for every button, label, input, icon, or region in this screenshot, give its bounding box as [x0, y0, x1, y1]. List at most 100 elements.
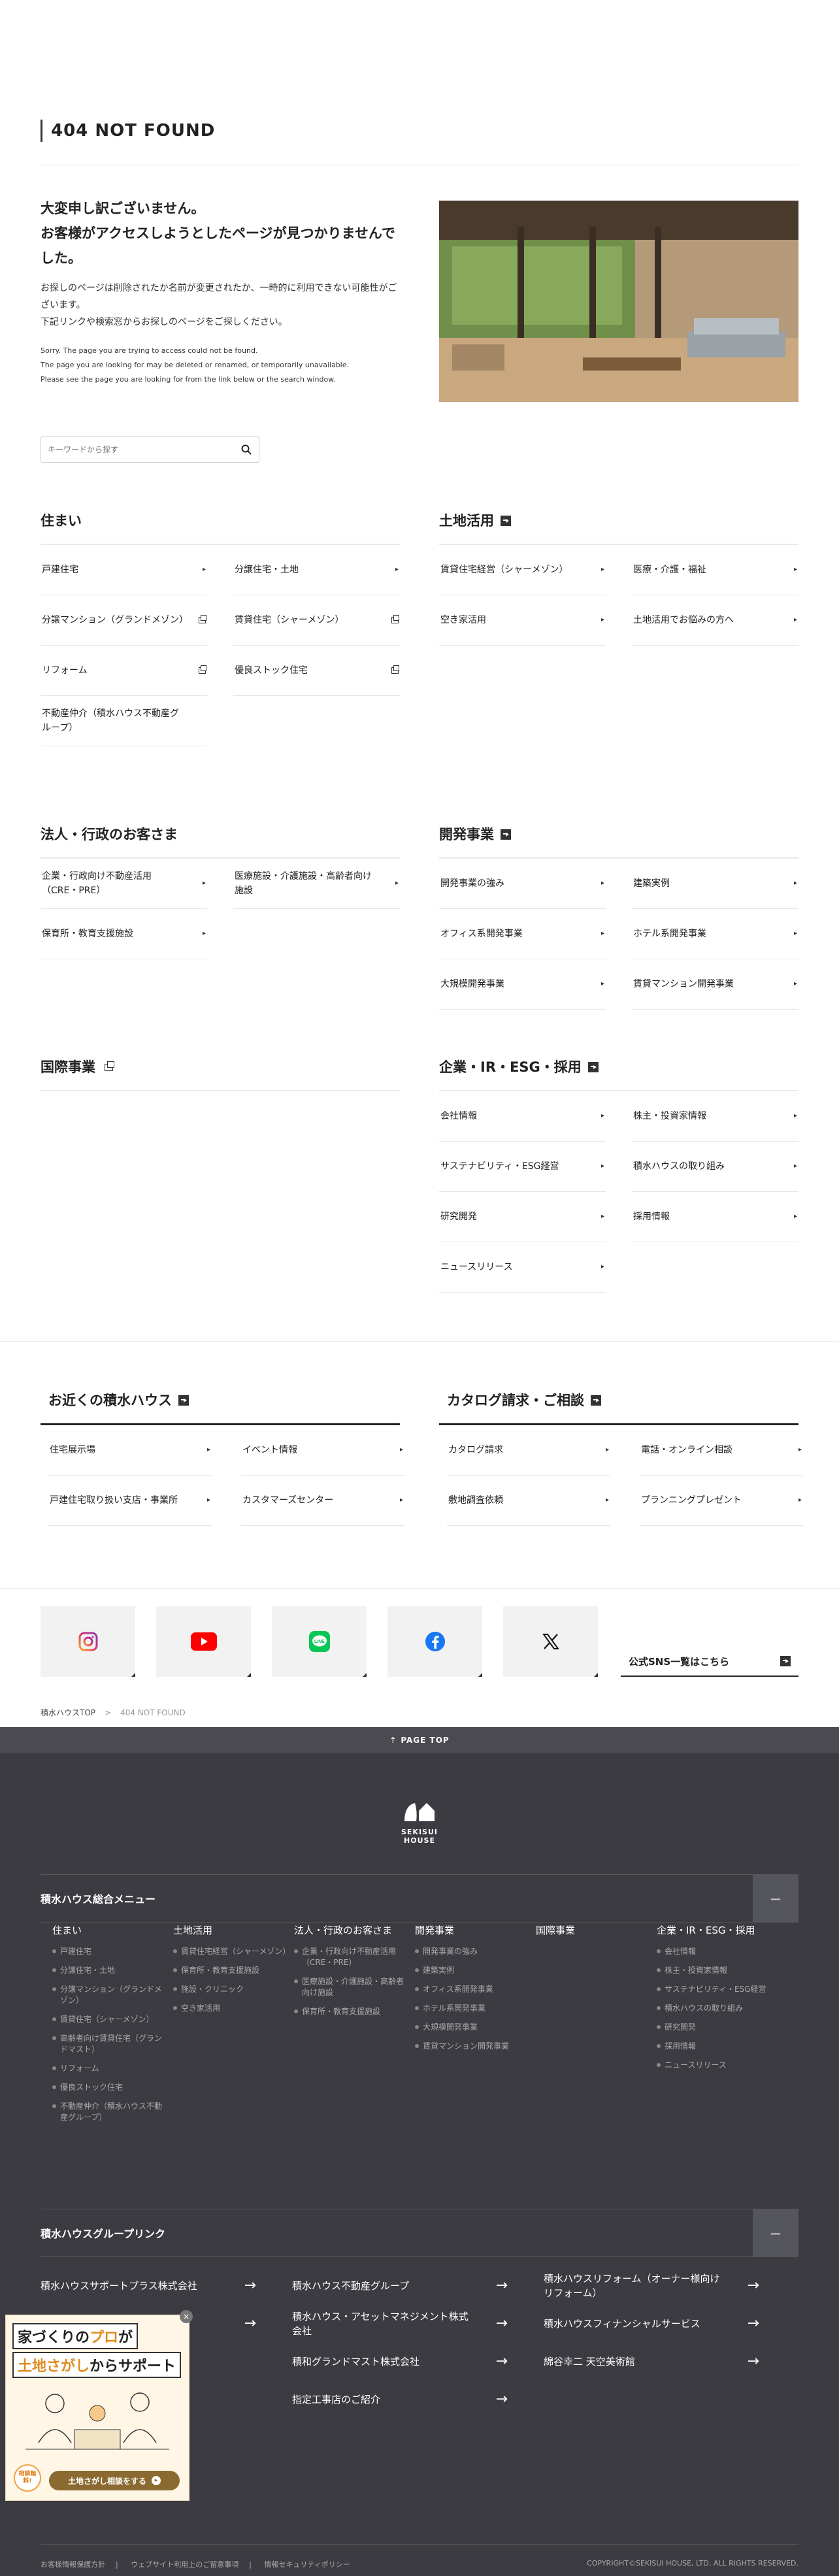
page-top-button[interactable]: ⇡ PAGE TOP — [0, 1727, 839, 1753]
link-hoikusho[interactable]: 保育所・教育支援施設 ▸ — [41, 909, 207, 959]
search-box[interactable] — [41, 437, 259, 463]
link-akiya[interactable]: 空き家活用 ▸ — [439, 595, 606, 646]
link-shikichi[interactable]: 敷地調査依頼 ▸ — [447, 1476, 610, 1526]
land-consult-button[interactable]: 土地さがし相談をする ▸ — [49, 2471, 180, 2490]
section-title[interactable]: 企業・IR・ESG・採用 — [439, 1057, 798, 1091]
group-link[interactable]: 綿谷幸二 天空美術館 → — [544, 2343, 759, 2381]
section-title[interactable]: 国際事業 — [41, 1057, 400, 1091]
link-chintai-keiei[interactable]: 賃貸住宅経営（シャーメゾン） ▸ — [439, 545, 606, 595]
link-online[interactable]: 電話・オンライン相談 ▸ — [640, 1425, 803, 1476]
footer-link[interactable]: 企業・行政向け不動産活用（CRE・PRE） — [294, 1946, 408, 1968]
link-tsuyomi[interactable]: 開発事業の強み ▸ — [439, 859, 606, 909]
footer-link[interactable]: 会社情報 — [657, 1946, 771, 1957]
footer-link[interactable]: 株主・投資家情報 — [657, 1965, 771, 1976]
footer-link[interactable]: 施設・クリニック — [173, 1984, 288, 1995]
collapse-icon[interactable]: — — [753, 1875, 798, 1922]
breadcrumb-home[interactable]: 積水ハウスTOP — [41, 1708, 95, 1717]
group-link[interactable]: 積和グランドマスト株式会社 → — [292, 2343, 508, 2381]
link-fudosan[interactable]: 不動産仲介（積水ハウス不動産グループ） — [41, 696, 207, 746]
search-icon[interactable] — [240, 444, 252, 455]
link-event[interactable]: イベント情報 ▸ — [241, 1425, 404, 1476]
link-shiten[interactable]: 戸建住宅取り扱い支店・事業所 ▸ — [48, 1476, 212, 1526]
footer-link[interactable]: 医療施設・介護施設・高齢者向け施設 — [294, 1976, 408, 1998]
link-reform[interactable]: リフォーム — [41, 646, 207, 696]
link-bunjo[interactable]: 分譲住宅・土地 ▸ — [233, 545, 400, 595]
link-tenjijo[interactable]: 住宅展示場 ▸ — [48, 1425, 212, 1476]
footer-column-title[interactable]: 住まい — [52, 1923, 167, 1937]
link-cre[interactable]: 企業・行政向け不動産活用（CRE・PRE） ▸ — [41, 859, 207, 909]
link-esg[interactable]: サステナビリティ・ESG経営 ▸ — [439, 1142, 606, 1192]
footer-link[interactable]: 採用情報 — [657, 2041, 771, 2052]
group-link[interactable]: 積水ハウスフィナンシャルサービス → — [544, 2305, 759, 2343]
privacy-link[interactable]: お客様情報保護方針 — [41, 2560, 105, 2569]
link-iryo-shisetsu[interactable]: 医療施設・介護施設・高齢者向け施設 ▸ — [233, 859, 400, 909]
link-stock[interactable]: 優良ストック住宅 — [233, 646, 400, 696]
link-ir[interactable]: 株主・投資家情報 ▸ — [632, 1091, 798, 1142]
footer-column-title[interactable]: 法人・行政のお客さま — [294, 1923, 408, 1937]
group-link[interactable]: 積水ハウスサポートプラス株式会社 → — [41, 2267, 256, 2305]
link-planning[interactable]: プランニングプレゼント ▸ — [640, 1476, 803, 1526]
link-hotel[interactable]: ホテル系開発事業 ▸ — [632, 909, 798, 959]
section-title[interactable]: お近くの積水ハウス — [41, 1391, 400, 1425]
footer-link[interactable]: リフォーム — [52, 2063, 167, 2074]
link-kaisha[interactable]: 会社情報 ▸ — [439, 1091, 606, 1142]
group-link[interactable]: 指定工事店のご紹介 → — [292, 2381, 508, 2419]
link-catalog[interactable]: カタログ請求 ▸ — [447, 1425, 610, 1476]
link-daikibo[interactable]: 大規模開発事業 ▸ — [439, 959, 606, 1010]
link-saiyo[interactable]: 採用情報 ▸ — [632, 1192, 798, 1242]
link-office[interactable]: オフィス系開発事業 ▸ — [439, 909, 606, 959]
footer-link[interactable]: 保育所・教育支援施設 — [173, 1965, 288, 1976]
link-nayami[interactable]: 土地活用でお悩みの方へ ▸ — [632, 595, 798, 646]
general-menu-header[interactable]: 積水ハウス総合メニュー — — [41, 1874, 798, 1923]
sekisui-logo[interactable]: SEKISUI HOUSE — [386, 1799, 453, 1845]
footer-link[interactable]: 空き家活用 — [173, 2003, 288, 2014]
footer-link[interactable]: 戸建住宅 — [52, 1946, 167, 1957]
footer-link[interactable]: 高齢者向け賃貸住宅（グランドマスト） — [52, 2033, 167, 2055]
group-link[interactable]: 積水ハウス・アセットマネジメント株式会社 → — [292, 2305, 508, 2343]
sns-list-link[interactable]: 公式SNS一覧はこちら — [621, 1647, 798, 1677]
footer-column-title[interactable]: 国際事業 — [536, 1923, 650, 1937]
footer-link[interactable]: 賃貸住宅経営（シャーメゾン） — [173, 1946, 291, 1957]
footer-link[interactable]: ホテル系開発事業 — [415, 2003, 529, 2014]
footer-link[interactable]: 大規模開発事業 — [415, 2022, 529, 2033]
group-link[interactable]: 積水ハウス不動産グループ → — [292, 2267, 508, 2305]
link-mansion[interactable]: 分譲マンション（グランドメゾン） — [41, 595, 207, 646]
link-kenkyu[interactable]: 研究開発 ▸ — [439, 1192, 606, 1242]
footer-link[interactable]: サステナビリティ・ESG経営 — [657, 1984, 771, 1995]
link-chintai[interactable]: 賃貸住宅（シャーメゾン） — [233, 595, 400, 646]
section-title[interactable]: カタログ請求・ご相談 — [439, 1391, 798, 1425]
link-news[interactable]: ニュースリリース ▸ — [439, 1242, 606, 1293]
line-button[interactable]: LINE — [272, 1606, 367, 1677]
footer-column-title[interactable]: 企業・IR・ESG・採用 — [657, 1923, 771, 1937]
link-chintai-mansion[interactable]: 賃貸マンション開発事業 ▸ — [632, 959, 798, 1010]
section-title[interactable]: 開発事業 — [439, 825, 798, 859]
link-kodate[interactable]: 戸建住宅 ▸ — [41, 545, 207, 595]
land-search-banner[interactable]: × 家づくりのプロが 土地さがしからサポート 相談無料! 土地さがし相談をする ▸ — [5, 2310, 193, 2501]
terms-link[interactable]: ウェブサイト利用上のご留意事項 — [131, 2560, 239, 2569]
footer-link[interactable]: 開発事業の強み — [415, 1946, 529, 1957]
facebook-button[interactable] — [387, 1606, 482, 1677]
footer-link[interactable]: 建築実例 — [415, 1965, 529, 1976]
footer-link[interactable]: オフィス系開発事業 — [415, 1984, 529, 1995]
close-icon[interactable]: × — [180, 2310, 193, 2323]
collapse-icon[interactable]: — — [753, 2209, 798, 2256]
footer-link[interactable]: 積水ハウスの取り組み — [657, 2003, 771, 2014]
footer-link[interactable]: 研究開発 — [657, 2022, 771, 2033]
footer-link[interactable]: 分譲マンション（グランドメゾン） — [52, 1984, 167, 2006]
search-input[interactable] — [48, 445, 240, 454]
link-iryo[interactable]: 医療・介護・福祉 ▸ — [632, 545, 798, 595]
footer-link[interactable]: 不動産仲介（積水ハウス不動産グループ） — [52, 2101, 167, 2123]
group-link[interactable]: 積水ハウスリフォーム（オーナー様向けリフォーム） → — [544, 2267, 759, 2305]
instagram-button[interactable] — [41, 1606, 135, 1677]
footer-link[interactable]: 分譲住宅・土地 — [52, 1965, 167, 1976]
x-button[interactable] — [503, 1606, 598, 1677]
footer-link[interactable]: 賃貸住宅（シャーメゾン） — [52, 2014, 167, 2025]
footer-link[interactable]: 優良ストック住宅 — [52, 2082, 167, 2093]
security-link[interactable]: 情報セキュリティポリシー — [264, 2560, 350, 2569]
section-title[interactable]: 土地活用 — [439, 511, 798, 545]
footer-column-title[interactable]: 土地活用 — [173, 1923, 288, 1937]
footer-link[interactable]: 賃貸マンション開発事業 — [415, 2041, 529, 2052]
footer-link[interactable]: ニュースリリース — [657, 2060, 771, 2071]
group-links-header[interactable]: 積水ハウスグループリンク — — [41, 2209, 798, 2257]
link-jirei[interactable]: 建築実例 ▸ — [632, 859, 798, 909]
